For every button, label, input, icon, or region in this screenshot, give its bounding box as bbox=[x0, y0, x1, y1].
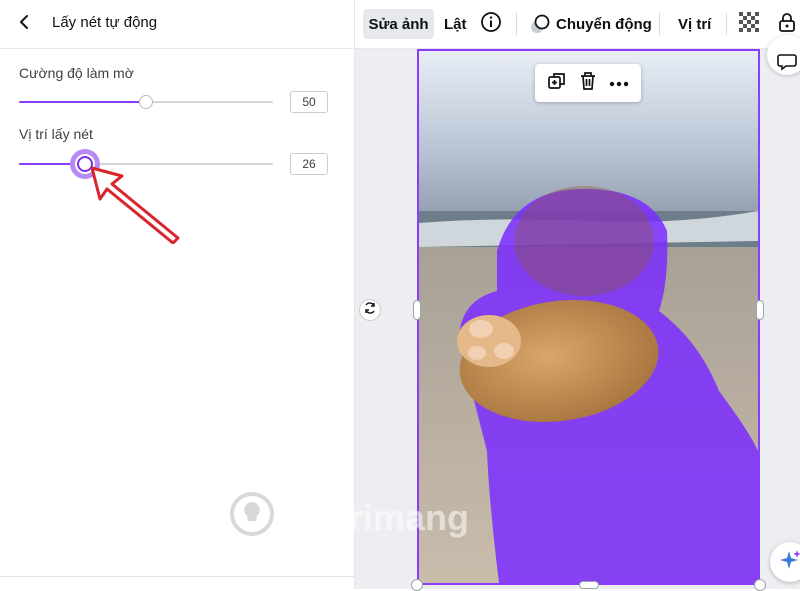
panel-title: Lấy nét tự động bbox=[52, 14, 158, 31]
comment-button[interactable] bbox=[767, 35, 800, 75]
element-floating-toolbar bbox=[535, 64, 641, 102]
toolbar-divider bbox=[726, 13, 727, 35]
chevron-left-icon bbox=[18, 14, 30, 35]
motion-circles-icon bbox=[530, 14, 550, 34]
motion-label: Chuyển động bbox=[556, 15, 652, 33]
flip-button[interactable]: Lật bbox=[444, 9, 467, 39]
rotate-icon bbox=[363, 301, 377, 320]
comment-icon bbox=[777, 53, 797, 76]
info-button[interactable] bbox=[480, 9, 502, 39]
toolbar-divider bbox=[516, 13, 517, 35]
panel-divider bbox=[0, 576, 354, 577]
watermark-text: uantrimang bbox=[273, 497, 470, 538]
position-button[interactable]: Vị trí bbox=[678, 9, 711, 39]
slider-thumb[interactable] bbox=[139, 95, 153, 109]
blur-intensity-label: Cường độ làm mờ bbox=[19, 65, 134, 81]
info-circle-icon bbox=[480, 11, 502, 37]
watermark-logo bbox=[229, 491, 275, 542]
more-options-button[interactable] bbox=[606, 70, 632, 96]
resize-handle-right[interactable] bbox=[756, 300, 764, 320]
cat-photo-image bbox=[419, 51, 758, 583]
toolbar-divider bbox=[659, 13, 660, 35]
back-button[interactable] bbox=[10, 10, 38, 38]
panel-header: Lấy nét tự động bbox=[0, 0, 354, 49]
lock-icon bbox=[778, 12, 796, 37]
rotate-button[interactable] bbox=[359, 299, 381, 321]
magic-button[interactable] bbox=[770, 542, 800, 582]
blur-intensity-value[interactable]: 50 bbox=[290, 91, 328, 113]
checkerboard-icon bbox=[739, 12, 759, 36]
blur-intensity-slider[interactable] bbox=[19, 95, 273, 109]
trash-icon bbox=[579, 71, 597, 96]
duplicate-button[interactable] bbox=[544, 70, 570, 96]
lock-button[interactable] bbox=[775, 12, 799, 36]
canvas-area: uantrimang bbox=[230, 35, 800, 591]
delete-button[interactable] bbox=[575, 70, 601, 96]
transparency-button[interactable] bbox=[739, 9, 761, 39]
top-toolbar: Sửa ảnh Lật Chuyển động Vị trí bbox=[355, 0, 800, 49]
resize-handle-bottom[interactable] bbox=[579, 581, 599, 589]
edit-photo-button[interactable]: Sửa ảnh bbox=[363, 9, 434, 39]
sparkle-icon bbox=[779, 549, 800, 576]
slider-fill bbox=[19, 101, 146, 103]
ellipsis-icon bbox=[609, 74, 629, 92]
focus-position-label: Vị trí lấy nét bbox=[19, 126, 93, 142]
motion-button[interactable]: Chuyển động bbox=[530, 9, 652, 39]
resize-handle-bottom-left[interactable] bbox=[411, 579, 423, 591]
annotation-arrow bbox=[88, 162, 184, 249]
resize-handle-left[interactable] bbox=[413, 300, 421, 320]
resize-handle-bottom-right[interactable] bbox=[754, 579, 766, 591]
focus-position-value[interactable]: 26 bbox=[290, 153, 328, 175]
duplicate-icon bbox=[547, 71, 567, 96]
